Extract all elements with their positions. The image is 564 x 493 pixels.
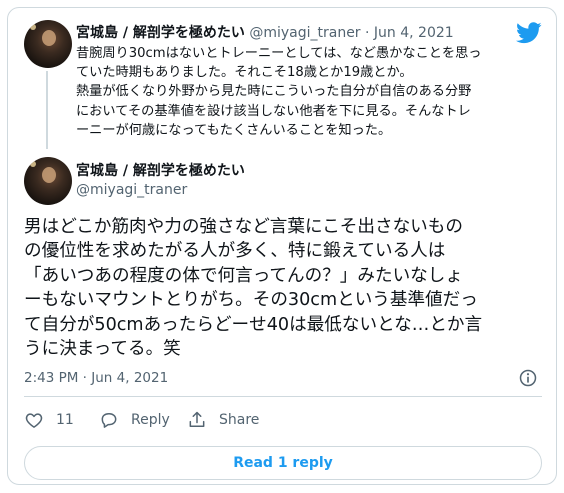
main-text-line: ーもないマウントとりがち。その30cmという基準値だっ bbox=[24, 290, 478, 311]
divider bbox=[24, 396, 542, 397]
reply-label: Reply bbox=[131, 412, 170, 428]
parent-text-line: ていた時期もありました。それこそ18歳とか19歳とか。 bbox=[76, 65, 413, 81]
parent-tweet-header: 宮城島 / 解剖学を極めたい @miyagi_traner · Jun 4, 2… bbox=[76, 22, 454, 42]
main-text-line: て自分が50cmあったらどーせ40は最低ないとな…とか言 bbox=[24, 314, 483, 335]
timestamp-link[interactable]: 2:43 PM · Jun 4, 2021 bbox=[24, 370, 168, 386]
parent-date-link[interactable]: Jun 4, 2021 bbox=[374, 25, 454, 41]
parent-text-line: 昔腕周り30cmはないとトレーニーとしては、など愚かなことを思っ bbox=[76, 46, 482, 61]
parent-text-line: ーニーが何歳になってもたくさんいることを知った。 bbox=[76, 122, 392, 138]
info-icon[interactable] bbox=[518, 368, 538, 388]
parent-text-line: 熱量が低くなり外野から見た時にこういった自分が自信のある分野 bbox=[76, 84, 472, 100]
share-icon bbox=[189, 411, 205, 427]
main-text-line: の優位性を求めたがる人が多く、特に鍛えている人は bbox=[24, 241, 446, 262]
main-text-line: うに決まってる。笑 bbox=[24, 339, 181, 360]
main-text-line: 男はどこか筋肉や力の強さなど言葉にこそ出さないもの bbox=[24, 217, 463, 237]
heart-icon bbox=[25, 413, 43, 428]
twitter-logo-icon[interactable] bbox=[516, 22, 542, 44]
parent-display-name[interactable]: 宮城島 / 解剖学を極めたい bbox=[76, 25, 245, 41]
share-button[interactable]: Share bbox=[187, 410, 259, 430]
main-text-line: 「あいつあの程度の体で何言ってんの？」みたいなしょ bbox=[24, 265, 463, 286]
parent-text-line: においてその基準値を設け該当しない他者を下に見る。そんなトレ bbox=[76, 103, 471, 119]
separator-dot: · bbox=[365, 25, 370, 41]
reply-bubble-icon bbox=[101, 413, 117, 428]
share-label: Share bbox=[219, 412, 260, 428]
main-tweet-text: 男はどこか筋肉や力の強さなど言葉にこそ出さないもの の優位性を求めたがる人が多く… bbox=[24, 215, 544, 361]
like-count: 11 bbox=[56, 412, 74, 428]
main-display-name[interactable]: 宮城島 / 解剖学を極めたい bbox=[76, 160, 245, 180]
like-button[interactable]: 11 bbox=[24, 410, 74, 430]
avatar[interactable] bbox=[24, 157, 72, 205]
avatar[interactable] bbox=[24, 20, 72, 68]
parent-handle[interactable]: @miyagi_traner bbox=[249, 25, 360, 41]
read-reply-button[interactable]: Read 1 reply bbox=[24, 446, 542, 480]
tweet-embed-card: 宮城島 / 解剖学を極めたい @miyagi_traner · Jun 4, 2… bbox=[7, 7, 557, 485]
reply-button[interactable]: Reply bbox=[99, 410, 170, 430]
parent-tweet-text: 昔腕周り30cmはないとトレーニーとしては、など愚かなことを思っ ていた時期もあ… bbox=[76, 44, 546, 140]
main-handle[interactable]: @miyagi_traner bbox=[76, 182, 187, 198]
thread-line bbox=[46, 71, 48, 149]
